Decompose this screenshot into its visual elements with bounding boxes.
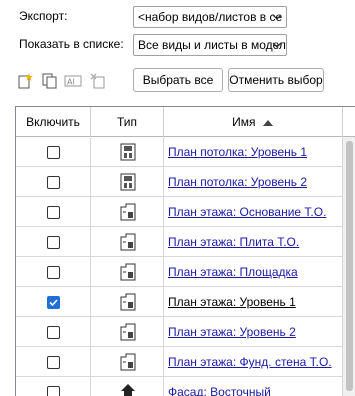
export-label: Экспорт:: [19, 9, 68, 23]
table-row[interactable]: План этажа: Площадка: [16, 257, 355, 287]
include-cell: [16, 377, 91, 396]
scrollbar-thumb[interactable]: [346, 141, 353, 391]
table-row[interactable]: План этажа: Основание Т.О.: [16, 197, 355, 227]
include-cell: [16, 197, 91, 227]
floor-plan-icon: [120, 233, 136, 251]
sort-ascending-icon: [262, 119, 273, 126]
floor-plan-icon: [120, 293, 136, 311]
floor-plan-icon: [120, 353, 136, 371]
table-row[interactable]: План этажа: Плита Т.О.: [16, 227, 355, 257]
type-cell: [91, 197, 164, 227]
view-name-link[interactable]: План этажа: Основание Т.О.: [168, 197, 326, 227]
name-cell: План этажа: Основание Т.О.: [164, 197, 343, 227]
name-cell: План потолка: Уровень 2: [164, 167, 343, 197]
include-cell: [16, 347, 91, 377]
table-row[interactable]: План этажа: Фунд. стена Т.О.: [16, 347, 355, 377]
type-cell: [91, 167, 164, 197]
rename-set-icon[interactable]: AI: [64, 72, 82, 90]
select-all-button[interactable]: Выбрать все: [133, 68, 223, 92]
view-name-link[interactable]: Фасад: Восточный: [168, 377, 271, 396]
include-cell: [16, 287, 91, 317]
view-name-link[interactable]: План этажа: Уровень 1: [168, 287, 296, 317]
type-cell: [91, 317, 164, 347]
name-cell: План этажа: Уровень 1: [164, 287, 343, 317]
ceiling-plan-icon: [120, 143, 136, 161]
view-name-link[interactable]: План этажа: Плита Т.О.: [168, 227, 299, 257]
show-combo[interactable]: Все виды и листы в модел: [133, 34, 287, 56]
chevron-down-icon: [272, 14, 282, 20]
table-row[interactable]: План этажа: Уровень 2: [16, 317, 355, 347]
checkmark-icon: [49, 299, 58, 307]
svg-text:AI: AI: [67, 78, 75, 87]
column-name[interactable]: Имя: [164, 107, 343, 137]
include-cell: [16, 227, 91, 257]
include-checkbox[interactable]: [47, 236, 60, 249]
export-combo[interactable]: <набор видов/листов в се: [133, 6, 287, 28]
views-table: Включить Тип Имя План потолка: Уровень 1…: [15, 106, 355, 396]
export-combo-value: <набор видов/листов в се: [138, 10, 283, 24]
new-set-icon[interactable]: [16, 72, 34, 90]
include-cell: [16, 317, 91, 347]
include-checkbox[interactable]: [47, 356, 60, 369]
include-checkbox[interactable]: [47, 176, 60, 189]
include-checkbox[interactable]: [47, 296, 60, 309]
deselect-all-button[interactable]: Отменить выбор: [228, 68, 324, 92]
view-name-link[interactable]: План потолка: Уровень 2: [168, 167, 307, 197]
table-row[interactable]: План этажа: Уровень 1: [16, 287, 355, 317]
type-cell: [91, 257, 164, 287]
scrollbar[interactable]: [343, 137, 355, 396]
floor-plan-icon: [120, 323, 136, 341]
view-name-link[interactable]: План этажа: Уровень 2: [168, 317, 296, 347]
floor-plan-icon: [120, 263, 136, 281]
elevation-icon: [121, 384, 135, 396]
type-cell: [91, 347, 164, 377]
include-checkbox[interactable]: [47, 266, 60, 279]
chevron-down-icon: [272, 42, 282, 48]
include-checkbox[interactable]: [47, 326, 60, 339]
include-checkbox[interactable]: [47, 206, 60, 219]
include-cell: [16, 137, 91, 167]
duplicate-set-icon[interactable]: [41, 72, 59, 90]
type-cell: [91, 377, 164, 396]
floor-plan-icon: [120, 203, 136, 221]
include-cell: [16, 257, 91, 287]
name-cell: План этажа: Фунд. стена Т.О.: [164, 347, 343, 377]
view-name-link[interactable]: План этажа: Площадка: [168, 257, 298, 287]
table-row[interactable]: План потолка: Уровень 1: [16, 137, 355, 167]
table-header: Включить Тип Имя: [16, 107, 355, 137]
name-cell: План этажа: Уровень 2: [164, 317, 343, 347]
column-include[interactable]: Включить: [16, 107, 91, 137]
name-cell: План этажа: Плита Т.О.: [164, 227, 343, 257]
table-row[interactable]: План потолка: Уровень 2: [16, 167, 355, 197]
type-cell: [91, 227, 164, 257]
name-cell: План потолка: Уровень 1: [164, 137, 343, 167]
ceiling-plan-icon: [120, 173, 136, 191]
table-row[interactable]: Фасад: Восточный: [16, 377, 355, 396]
name-cell: Фасад: Восточный: [164, 377, 343, 396]
delete-set-icon[interactable]: [89, 72, 107, 90]
view-name-link[interactable]: План потолка: Уровень 1: [168, 137, 307, 167]
include-checkbox[interactable]: [47, 386, 60, 396]
show-label: Показать в списке:: [19, 37, 124, 51]
type-cell: [91, 137, 164, 167]
type-cell: [91, 287, 164, 317]
name-cell: План этажа: Площадка: [164, 257, 343, 287]
include-checkbox[interactable]: [47, 146, 60, 159]
show-combo-value: Все виды и листы в модел: [138, 38, 286, 52]
column-type[interactable]: Тип: [91, 107, 164, 137]
include-cell: [16, 167, 91, 197]
view-name-link[interactable]: План этажа: Фунд. стена Т.О.: [168, 347, 332, 377]
